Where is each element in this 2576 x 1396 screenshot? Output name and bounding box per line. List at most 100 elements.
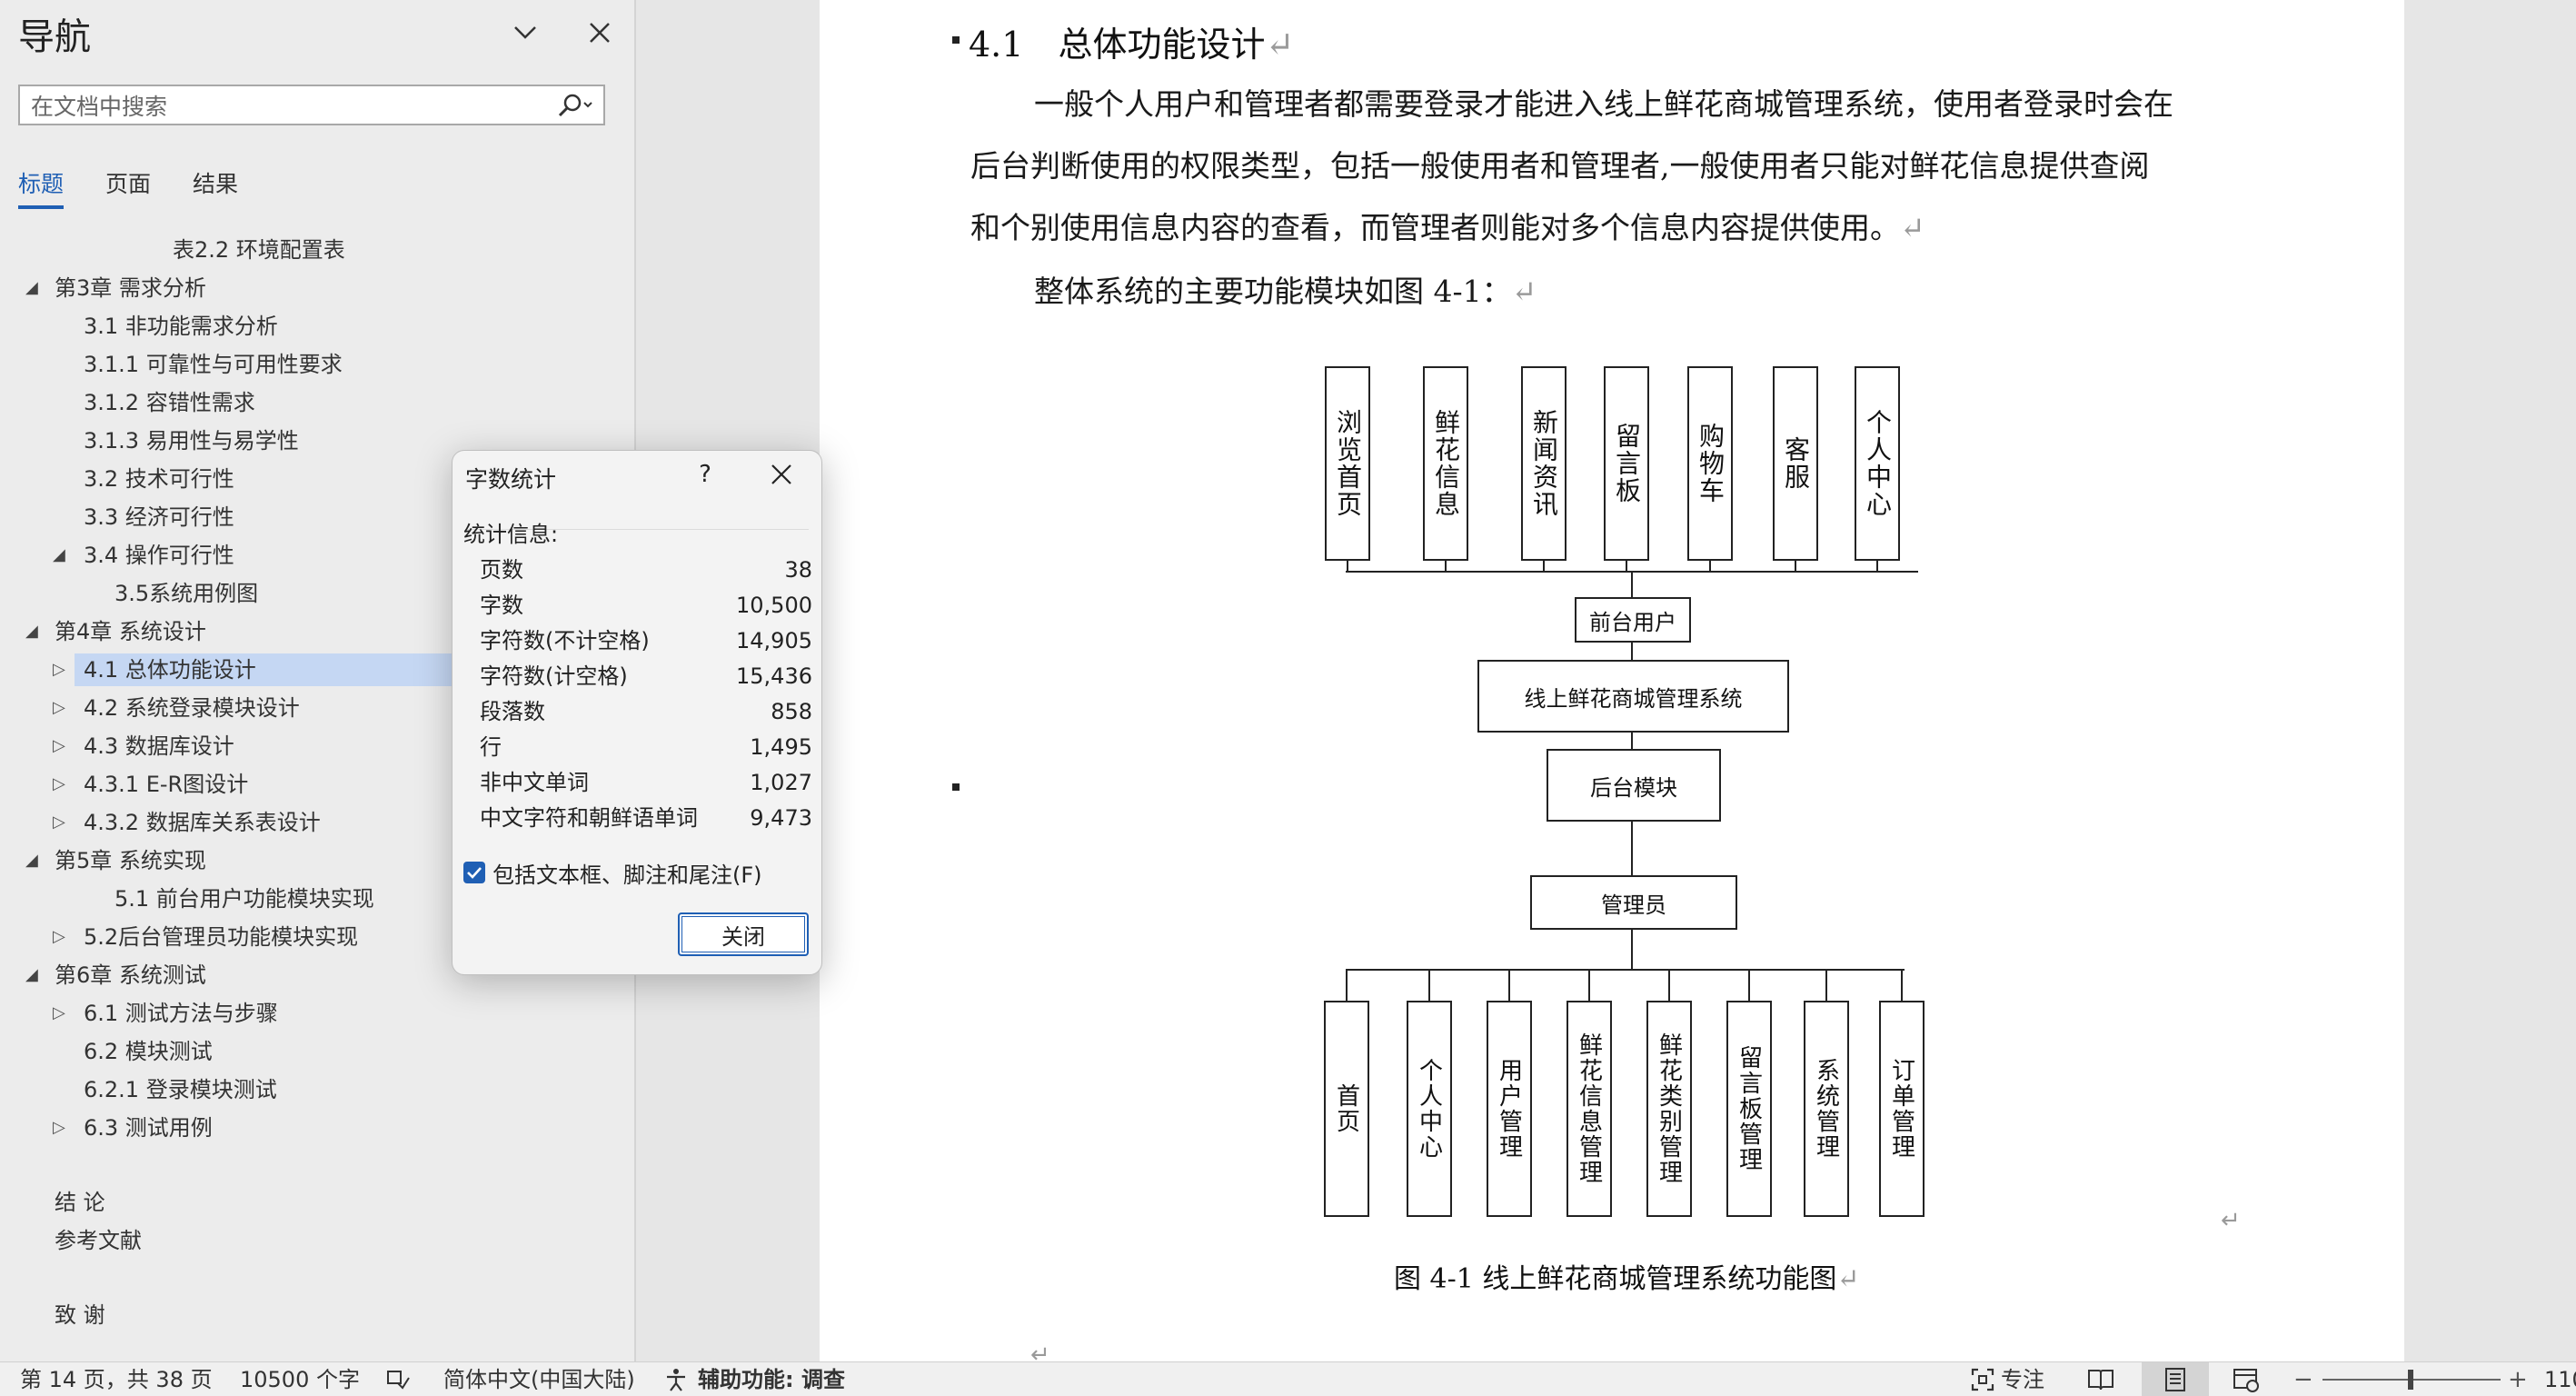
expand-icon[interactable]: ▷ xyxy=(53,766,65,803)
focus-icon[interactable] xyxy=(1968,1366,1997,1393)
section-heading: 4.1 总体功能设计↵ xyxy=(969,25,1295,65)
checkbox-label: 包括文本框、脚注和尾注(F) xyxy=(492,862,762,888)
expand-icon[interactable]: ▷ xyxy=(53,1110,65,1146)
stat-label: 非中文单词 xyxy=(480,770,589,795)
top-module-box: 新闻资讯 xyxy=(1521,366,1566,561)
zoom-out-icon[interactable]: − xyxy=(2293,1365,2313,1394)
tree-item-label: 4.1 总体功能设计 xyxy=(84,657,256,683)
module-label: 浏览首页 xyxy=(1333,409,1363,518)
tree-item[interactable]: 6.2.1 登录模块测试 xyxy=(0,1072,634,1108)
include-textbox-checkbox[interactable]: 包括文本框、脚注和尾注(F) xyxy=(463,856,762,889)
proofing-icon[interactable] xyxy=(383,1366,413,1393)
top-module-box: 浏览首页 xyxy=(1325,366,1370,561)
expand-icon[interactable]: ▷ xyxy=(53,919,65,955)
stat-value: 1,495 xyxy=(750,734,812,760)
stats-section-label: 统计信息: xyxy=(463,522,559,547)
close-button[interactable]: 关闭 xyxy=(678,912,809,956)
search-icon[interactable] xyxy=(549,90,600,121)
collapse-icon[interactable]: ◢ xyxy=(25,843,38,879)
expand-icon[interactable]: ▷ xyxy=(53,652,65,688)
connector-line xyxy=(1825,969,1827,1002)
tab-pages[interactable]: 页面 xyxy=(105,166,151,199)
word-count-status[interactable]: 10500 个字 xyxy=(240,1365,360,1394)
collapse-icon[interactable]: ◢ xyxy=(25,613,38,650)
tree-item[interactable]: 表2.2 环境配置表 xyxy=(0,232,634,268)
tree-item-label: 结 论 xyxy=(55,1190,105,1215)
close-icon[interactable] xyxy=(761,456,801,493)
zoom-slider-thumb[interactable] xyxy=(2408,1370,2413,1390)
stat-label: 字数 xyxy=(480,593,523,618)
top-module-box: 购物车 xyxy=(1687,366,1733,561)
stat-value: 858 xyxy=(771,699,812,724)
expand-icon[interactable]: ▷ xyxy=(53,995,65,1032)
tree-item[interactable]: ◢ 第3章 需求分析 xyxy=(0,270,634,306)
module-label: 购物车 xyxy=(1696,423,1726,504)
tree-item-label: 6.2 模块测试 xyxy=(84,1039,213,1064)
tree-item[interactable]: 6.2 模块测试 xyxy=(0,1033,634,1070)
tree-item-label: 4.2 系统登录模块设计 xyxy=(84,695,300,721)
stat-value: 15,436 xyxy=(736,663,812,689)
module-label: 系统管理 xyxy=(1812,1058,1840,1160)
tree-item-label: 6.2.1 登录模块测试 xyxy=(84,1077,277,1102)
help-icon[interactable]: ? xyxy=(687,456,723,493)
web-layout-icon[interactable] xyxy=(2232,1366,2261,1393)
read-mode-icon[interactable] xyxy=(2086,1366,2115,1393)
tree-item-label: 6.1 测试方法与步骤 xyxy=(84,1001,278,1026)
tab-results[interactable]: 结果 xyxy=(193,166,238,199)
collapse-icon[interactable]: ◢ xyxy=(25,270,38,306)
tree-item[interactable]: 3.1.1 可靠性与可用性要求 xyxy=(0,346,634,383)
tree-item-label: 致 谢 xyxy=(55,1302,105,1328)
close-icon[interactable] xyxy=(580,13,620,53)
connector-line xyxy=(1588,969,1590,1002)
tree-item[interactable]: 参考文献 xyxy=(0,1222,634,1259)
connector-line xyxy=(1347,969,1905,971)
tab-headings[interactable]: 标题 xyxy=(18,166,64,199)
bottom-module-box: 订单管理 xyxy=(1879,1001,1925,1217)
page-info[interactable]: 第 14 页，共 38 页 xyxy=(20,1365,213,1394)
tree-item[interactable]: 致 谢 xyxy=(0,1297,634,1333)
expand-icon[interactable]: ▷ xyxy=(53,690,65,726)
module-label: 鲜花信息管理 xyxy=(1575,1032,1603,1185)
expand-icon[interactable]: ▷ xyxy=(53,804,65,841)
focus-label[interactable]: 专注 xyxy=(2001,1365,2044,1394)
stat-value: 1,027 xyxy=(750,770,812,795)
zoom-level[interactable]: 110 xyxy=(2544,1365,2576,1394)
tree-item-label: 3.1.2 容错性需求 xyxy=(84,390,255,415)
checkmark-icon[interactable] xyxy=(463,862,485,883)
tree-item[interactable]: 3.1 非功能需求分析 xyxy=(0,308,634,344)
front-user-box: 前台用户 xyxy=(1575,597,1691,643)
tree-item[interactable]: ▷ 6.3 测试用例 xyxy=(0,1110,634,1146)
tree-item[interactable]: ▷ 6.1 测试方法与步骤 xyxy=(0,995,634,1032)
accessibility-status[interactable]: 辅助功能: 调查 xyxy=(698,1365,845,1394)
heading-number: 4.1 xyxy=(969,25,1024,65)
bottom-module-box: 用户管理 xyxy=(1487,1001,1532,1217)
heading-text: 总体功能设计 xyxy=(1058,25,1266,65)
connector-line xyxy=(1631,929,1633,971)
accessibility-icon[interactable] xyxy=(661,1366,691,1393)
module-label: 鲜花信息 xyxy=(1431,409,1461,518)
collapse-icon[interactable]: ◢ xyxy=(25,957,38,993)
print-layout-icon[interactable] xyxy=(2161,1366,2190,1393)
tree-item-label: 参考文献 xyxy=(55,1228,142,1253)
module-label: 新闻资讯 xyxy=(1529,409,1559,518)
zoom-in-icon[interactable]: + xyxy=(2508,1365,2528,1394)
connector-line xyxy=(1508,969,1510,1002)
search-input[interactable] xyxy=(29,90,542,123)
tree-item-label: 第3章 需求分析 xyxy=(55,275,206,301)
backend-box: 后台模块 xyxy=(1547,749,1721,822)
connector-line xyxy=(1631,571,1633,598)
tree-item-label: 第6章 系统测试 xyxy=(55,962,206,988)
collapse-icon[interactable]: ◢ xyxy=(53,537,65,573)
module-label: 首页 xyxy=(1332,1083,1360,1134)
tree-item-label: 4.3.1 E-R图设计 xyxy=(84,772,249,797)
expand-icon[interactable]: ▷ xyxy=(53,728,65,764)
module-label: 个人中心 xyxy=(1863,409,1893,518)
connector-line xyxy=(1748,969,1750,1002)
chevron-down-icon[interactable] xyxy=(505,13,545,53)
language-status[interactable]: 简体中文(中国大陆) xyxy=(443,1365,635,1394)
tree-item[interactable]: 3.1.2 容错性需求 xyxy=(0,384,634,421)
tree-item[interactable]: 结 论 xyxy=(0,1184,634,1221)
connector-line xyxy=(1346,969,1348,1002)
bottom-module-box: 个人中心 xyxy=(1407,1001,1452,1217)
module-label: 个人中心 xyxy=(1415,1058,1443,1160)
